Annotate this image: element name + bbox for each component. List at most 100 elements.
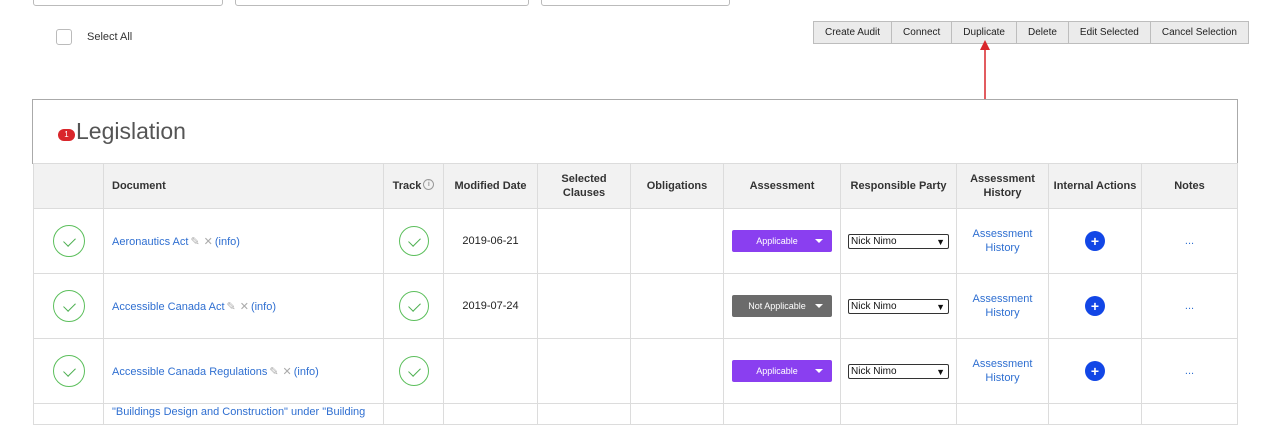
responsible-party-select[interactable]: Nick Nimo ▼ <box>848 233 949 249</box>
obligations-cell <box>630 208 724 274</box>
add-action-button[interactable]: + <box>1085 361 1105 381</box>
track-check-icon[interactable] <box>398 291 429 321</box>
track-header-label: Track <box>392 180 422 192</box>
notes-column-header: Notes <box>1141 163 1238 209</box>
remove-icon[interactable]: ✕ <box>283 366 292 378</box>
modified-date-cell <box>443 338 538 404</box>
selected-check-icon[interactable] <box>52 225 85 257</box>
obligations-cell <box>630 338 724 404</box>
caret-down-icon <box>815 369 823 373</box>
track-cell <box>383 208 444 274</box>
info-link[interactable]: (info) <box>294 366 319 378</box>
document-link[interactable]: Accessible Canada Regulations <box>112 366 267 378</box>
row-select-cell <box>33 338 104 404</box>
responsible-party-select[interactable]: Nick Nimo ▼ <box>848 298 949 314</box>
responsible-party-cell <box>840 403 957 425</box>
track-column-header: Track i <box>383 163 444 209</box>
table-row: Accessible Canada Regulations ✎ ✕ (info) App… <box>33 338 1238 404</box>
notes-cell: ... <box>1141 338 1238 404</box>
responsible-party-value: Nick Nimo <box>851 235 897 247</box>
assessment-history-link[interactable]: Assessment History <box>957 227 1048 255</box>
connect-button[interactable]: Connect <box>892 22 953 43</box>
responsible-party-value: Nick Nimo <box>851 300 897 312</box>
selected-clauses-cell <box>537 338 631 404</box>
selected-clauses-cell <box>537 403 631 425</box>
assessment-history-column-header: Assessment History <box>956 163 1049 209</box>
notes-link[interactable]: ... <box>1185 300 1194 312</box>
responsible-party-cell: Nick Nimo ▼ <box>840 273 957 339</box>
track-cell <box>383 403 444 425</box>
select-all-checkbox[interactable] <box>56 29 72 45</box>
document-link[interactable]: "Buildings Design and Construction" unde… <box>112 406 383 418</box>
assessment-history-cell: Assessment History <box>956 273 1049 339</box>
modified-date-column-header: Modified Date <box>443 163 538 209</box>
internal-actions-cell <box>1048 403 1142 425</box>
row-select-cell <box>33 208 104 274</box>
edit-icon[interactable]: ✎ <box>227 301 236 313</box>
selected-clauses-column-header: Selected Clauses <box>537 163 631 209</box>
table-row: Accessible Canada Act ✎ ✕ (info) 2019-07-24 N… <box>33 273 1238 339</box>
assessment-history-link[interactable]: Assessment History <box>957 292 1048 320</box>
remove-icon[interactable]: ✕ <box>240 301 249 313</box>
document-column-header: Document <box>103 163 384 209</box>
add-action-button[interactable]: + <box>1085 231 1105 251</box>
assessment-dropdown[interactable]: Not Applicable <box>732 295 832 317</box>
assessment-history-link[interactable]: Assessment History <box>957 357 1048 385</box>
chevron-down-icon: ▼ <box>936 301 945 312</box>
obligations-cell <box>630 273 724 339</box>
caret-down-icon <box>815 239 823 243</box>
edit-icon[interactable]: ✎ <box>190 236 199 248</box>
info-icon[interactable]: i <box>423 179 435 190</box>
select-column-header <box>33 163 104 209</box>
notes-cell: ... <box>1141 208 1238 274</box>
document-link[interactable]: Aeronautics Act <box>112 236 188 248</box>
notes-link[interactable]: ... <box>1185 365 1194 377</box>
assessment-label: Not Applicable <box>748 301 806 311</box>
assessment-history-cell: Assessment History <box>956 338 1049 404</box>
info-link[interactable]: (info) <box>215 236 240 248</box>
assessment-dropdown[interactable]: Applicable <box>732 230 832 252</box>
table-row: "Buildings Design and Construction" unde… <box>33 403 1238 425</box>
document-cell: "Buildings Design and Construction" unde… <box>103 403 384 425</box>
selected-check-icon[interactable] <box>52 290 85 322</box>
internal-actions-column-header: Internal Actions <box>1048 163 1142 209</box>
assessment-history-cell <box>956 403 1049 425</box>
count-badge: 1 <box>58 129 75 141</box>
document-cell: Aeronautics Act ✎ ✕ (info) <box>103 208 384 274</box>
add-action-button[interactable]: + <box>1085 296 1105 316</box>
action-toolbar: Create Audit Connect Duplicate Delete Ed… <box>813 21 1249 44</box>
assessment-column-header: Assessment <box>723 163 841 209</box>
top-search-input[interactable] <box>235 0 529 6</box>
chevron-down-icon: ▼ <box>936 236 945 247</box>
top-filter-select-2[interactable] <box>541 0 730 6</box>
modified-date-cell: 2019-07-24 <box>443 273 538 339</box>
document-link[interactable]: Accessible Canada Act <box>112 301 225 313</box>
track-check-icon[interactable] <box>398 226 429 256</box>
row-select-cell <box>33 273 104 339</box>
remove-icon[interactable]: ✕ <box>204 236 213 248</box>
selected-check-icon[interactable] <box>52 355 85 387</box>
table-header-row: Document Track i Modified Date Selected C… <box>33 163 1238 209</box>
selected-clauses-cell <box>537 273 631 339</box>
cancel-selection-button[interactable]: Cancel Selection <box>1150 22 1248 43</box>
assessment-dropdown[interactable]: Applicable <box>732 360 832 382</box>
responsible-party-cell: Nick Nimo ▼ <box>840 338 957 404</box>
responsible-party-select[interactable]: Nick Nimo ▼ <box>848 363 949 379</box>
notes-cell <box>1141 403 1238 425</box>
edit-icon[interactable]: ✎ <box>269 366 278 378</box>
track-check-icon[interactable] <box>398 356 429 386</box>
assessment-history-cell: Assessment History <box>956 208 1049 274</box>
select-all-label: Select All <box>87 31 133 43</box>
notes-link[interactable]: ... <box>1185 235 1194 247</box>
legislation-table: Document Track i Modified Date Selected C… <box>33 163 1238 425</box>
info-link[interactable]: (info) <box>251 301 276 313</box>
modified-date-cell <box>443 403 538 425</box>
assessment-cell: Not Applicable <box>723 273 841 339</box>
select-all[interactable]: Select All <box>56 29 132 45</box>
edit-selected-button[interactable]: Edit Selected <box>1068 22 1151 43</box>
responsible-party-value: Nick Nimo <box>851 365 897 377</box>
internal-actions-cell: + <box>1048 273 1142 339</box>
create-audit-button[interactable]: Create Audit <box>814 22 893 43</box>
delete-button[interactable]: Delete <box>1017 22 1069 43</box>
top-filter-select[interactable] <box>33 0 223 6</box>
